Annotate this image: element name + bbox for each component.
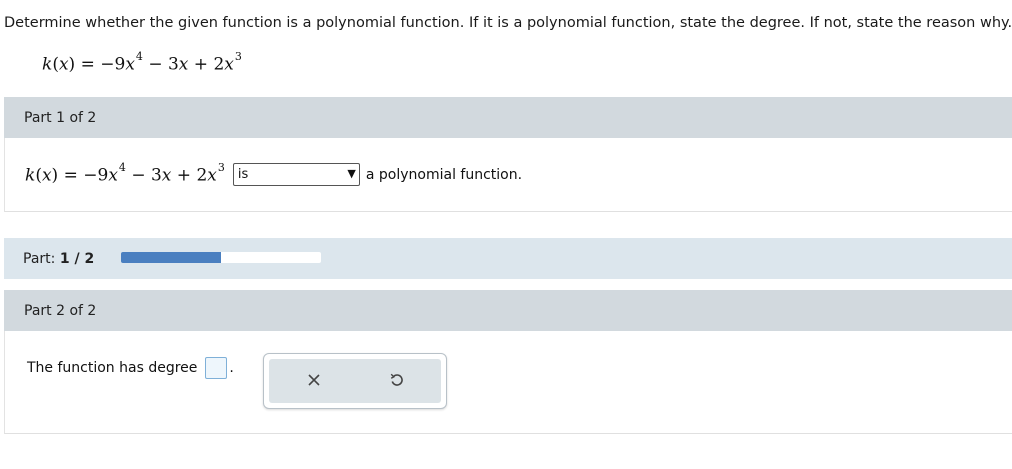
part1-answer-row: k(x) = −9x4 − 3x + 2x3 is ▼ a polynomial… <box>25 160 523 186</box>
function-equation: k(x) = −9x4 − 3x + 2x3 <box>42 50 242 75</box>
part1-header: Part 1 of 2 <box>4 97 1012 138</box>
part1-title: Part 1 of 2 <box>24 110 97 126</box>
part1-body: k(x) = −9x4 − 3x + 2x3 is ▼ a polynomial… <box>4 138 1012 212</box>
clear-icon <box>308 374 320 386</box>
period-text: . <box>229 360 234 376</box>
dropdown-arrow-icon: ▼ <box>347 167 356 180</box>
part2-title: Part 2 of 2 <box>24 303 97 319</box>
answer-tools-panel <box>263 353 447 409</box>
part-progress: Part: 1 / 2 <box>4 238 1012 279</box>
clear-button[interactable] <box>299 368 329 392</box>
undo-icon <box>390 373 403 386</box>
part2-body: The function has degree . <box>4 331 1012 434</box>
select-value: is <box>237 167 249 182</box>
part2-header: Part 2 of 2 <box>4 290 1012 331</box>
question-prompt: Determine whether the given function is … <box>4 15 1012 31</box>
polynomial-function-text: a polynomial function. <box>365 166 523 183</box>
degree-prompt-text: The function has degree <box>27 360 198 376</box>
progress-bar-fill <box>121 252 221 263</box>
is-polynomial-select[interactable]: is ▼ <box>232 163 360 186</box>
part1-equation: k(x) = −9x4 − 3x + 2x3 <box>25 160 225 186</box>
degree-input[interactable] <box>205 357 228 379</box>
degree-answer-row: The function has degree . <box>27 357 234 379</box>
progress-bar <box>121 252 321 263</box>
progress-label: Part: 1 / 2 <box>23 251 95 267</box>
undo-button[interactable] <box>382 368 412 392</box>
